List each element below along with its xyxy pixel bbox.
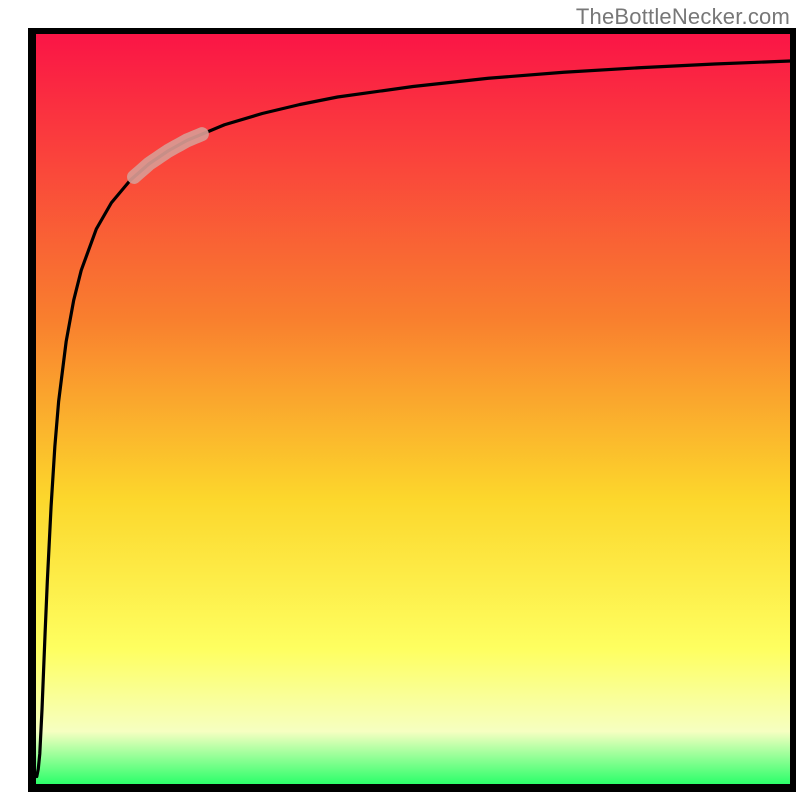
watermark-label: TheBottleNecker.com xyxy=(576,4,790,30)
plot-frame-left xyxy=(28,28,36,792)
bottleneck-chart xyxy=(0,0,800,800)
plot-frame-right xyxy=(790,28,796,792)
plot-background xyxy=(36,34,790,784)
plot-frame-bottom xyxy=(28,784,796,792)
chart-container: TheBottleNecker.com xyxy=(0,0,800,800)
